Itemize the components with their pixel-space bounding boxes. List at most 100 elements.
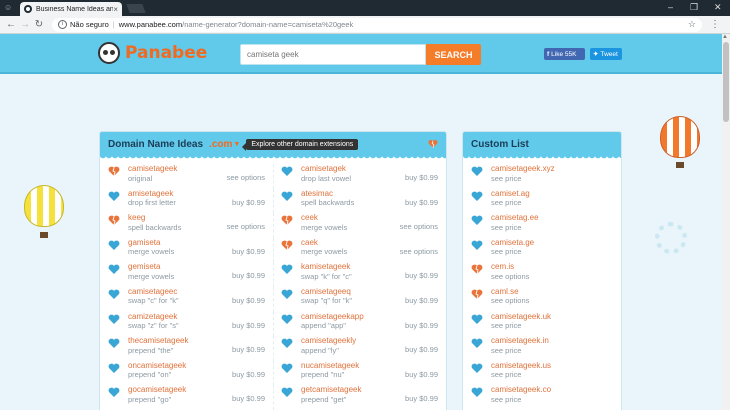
custom-list-item[interactable]: camiseta.ge see price — [463, 238, 621, 263]
heart-icon[interactable] — [108, 387, 120, 398]
custom-list-item[interactable]: camisetageek.uk see price — [463, 312, 621, 337]
scroll-thumb[interactable] — [723, 42, 729, 122]
heart-icon[interactable] — [281, 338, 293, 349]
custom-list-item[interactable]: camiset.ag see price — [463, 189, 621, 214]
heart-icon[interactable] — [281, 314, 293, 325]
domain-idea-item[interactable]: camisetageek original see options — [100, 164, 273, 189]
back-arrow-icon[interactable]: ← — [4, 19, 18, 30]
forward-arrow-icon[interactable]: → — [18, 19, 32, 30]
custom-list-item[interactable]: camisetag.ee see price — [463, 213, 621, 238]
domain-idea-item[interactable]: camisetageekapp append "app" buy $0.99 — [273, 311, 446, 337]
price-link[interactable]: see options — [227, 222, 265, 231]
domain-name-link[interactable]: camisetageek.xyz — [491, 164, 621, 174]
price-link[interactable]: buy $0.99 — [405, 271, 438, 280]
price-link[interactable]: buy $0.99 — [405, 321, 438, 330]
site-logo[interactable]: Panabee — [98, 42, 207, 64]
custom-list-item[interactable]: camisetageek.co see price — [463, 385, 621, 410]
price-link[interactable]: see price — [491, 174, 621, 184]
domain-idea-item[interactable]: kamisetageek swap "k" for "c" buy $0.99 — [273, 262, 446, 287]
heart-icon[interactable] — [108, 338, 120, 349]
broken-heart-icon[interactable] — [471, 264, 483, 275]
heart-icon[interactable] — [471, 191, 483, 202]
price-link[interactable]: see options — [491, 296, 621, 306]
heart-icon[interactable] — [281, 363, 293, 374]
heart-icon[interactable] — [471, 215, 483, 226]
price-link[interactable]: buy $0.99 — [232, 296, 265, 305]
price-link[interactable]: see price — [491, 321, 621, 331]
custom-list-item[interactable]: camisetageek.in see price — [463, 336, 621, 361]
custom-list-item[interactable]: camisetageek.xyz see price — [463, 164, 621, 189]
heart-icon[interactable] — [108, 289, 120, 300]
domain-idea-item[interactable]: camizetageek swap "z" for "s" buy $0.99 — [100, 312, 273, 337]
broken-heart-icon[interactable] — [281, 240, 293, 251]
search-input[interactable] — [240, 44, 426, 65]
price-link[interactable]: buy $0.99 — [405, 173, 438, 182]
domain-name-link[interactable]: cem.is — [491, 262, 621, 272]
maximize-icon[interactable]: ❐ — [690, 2, 698, 13]
heart-icon[interactable] — [471, 166, 483, 177]
heart-icon[interactable] — [471, 314, 483, 325]
custom-list-item[interactable]: camisetageek.us see price — [463, 361, 621, 386]
profile-icon[interactable]: ☺ — [4, 3, 14, 13]
heart-icon[interactable] — [108, 314, 120, 325]
price-link[interactable]: see price — [491, 395, 621, 405]
search-button[interactable]: SEARCH — [426, 44, 481, 65]
domain-idea-item[interactable]: nucamisetageek prepend "nu" buy $0.99 — [273, 360, 446, 386]
price-link[interactable]: see price — [491, 346, 621, 356]
url-field[interactable]: i Não seguro | www.panabee.com /name-gen… — [52, 17, 702, 32]
broken-heart-icon[interactable] — [108, 215, 120, 226]
broken-heart-icon[interactable] — [471, 289, 483, 300]
heart-icon[interactable] — [281, 166, 293, 177]
domain-name-link[interactable]: camiseta.ge — [491, 238, 621, 248]
price-link[interactable]: see options — [491, 272, 621, 282]
domain-name-link[interactable]: camisetageek.uk — [491, 312, 621, 322]
price-link[interactable]: buy $0.99 — [232, 321, 265, 330]
price-link[interactable]: buy $0.99 — [405, 345, 438, 354]
price-link[interactable]: buy $0.99 — [232, 247, 265, 256]
price-link[interactable]: see price — [491, 247, 621, 257]
domain-idea-item[interactable]: keeg spell backwards see options — [100, 213, 273, 238]
price-link[interactable]: see price — [491, 370, 621, 380]
browser-menu-icon[interactable]: ⋮ — [710, 19, 720, 30]
info-icon[interactable]: i — [58, 20, 67, 29]
custom-list-item[interactable]: cem.is see options — [463, 262, 621, 287]
domain-idea-item[interactable]: thecamisetageek prepend "the" buy $0.99 — [100, 336, 273, 361]
domain-idea-item[interactable]: caek merge vowels see options — [273, 237, 446, 263]
broken-heart-icon[interactable] — [108, 166, 120, 177]
facebook-like-button[interactable]: f Like 55K — [544, 48, 585, 60]
minimize-icon[interactable]: – — [668, 2, 673, 12]
heart-icon[interactable] — [471, 240, 483, 251]
heart-icon[interactable] — [108, 264, 120, 275]
price-link[interactable]: buy $0.99 — [232, 345, 265, 354]
close-window-icon[interactable]: ✕ — [714, 2, 722, 13]
bookmark-star-icon[interactable]: ☆ — [688, 19, 696, 30]
page-scrollbar[interactable]: ▲ — [722, 34, 730, 410]
custom-list-item[interactable]: caml.se see options — [463, 287, 621, 312]
price-link[interactable]: buy $0.99 — [232, 271, 265, 280]
broken-heart-icon[interactable] — [428, 139, 438, 149]
heart-icon[interactable] — [108, 191, 120, 202]
price-link[interactable]: buy $0.99 — [232, 370, 265, 379]
heart-icon[interactable] — [471, 338, 483, 349]
heart-icon[interactable] — [471, 363, 483, 374]
price-link[interactable]: see options — [400, 222, 438, 231]
heart-icon[interactable] — [108, 363, 120, 374]
domain-name-link[interactable]: camisetageek.us — [491, 361, 621, 371]
domain-name-link[interactable]: camisetag.ee — [491, 213, 621, 223]
broken-heart-icon[interactable] — [281, 215, 293, 226]
price-link[interactable]: see price — [491, 223, 621, 233]
price-link[interactable]: buy $0.99 — [405, 198, 438, 207]
reload-icon[interactable]: ↻ — [32, 19, 46, 30]
domain-idea-item[interactable]: gamiseta merge vowels buy $0.99 — [100, 238, 273, 263]
domain-idea-item[interactable]: amisetageek drop first letter buy $0.99 — [100, 189, 273, 214]
price-link[interactable]: buy $0.99 — [232, 198, 265, 207]
domain-name-link[interactable]: camisetageek.in — [491, 336, 621, 346]
domain-idea-item[interactable]: gocamisetageek prepend "go" buy $0.99 — [100, 385, 273, 410]
price-link[interactable]: buy $0.99 — [405, 394, 438, 403]
price-link[interactable]: buy $0.99 — [405, 296, 438, 305]
domain-idea-item[interactable]: getcamisetageek prepend "get" buy $0.99 — [273, 385, 446, 410]
heart-icon[interactable] — [281, 264, 293, 275]
domain-idea-item[interactable]: camisetageekly append "ly" buy $0.99 — [273, 336, 446, 361]
price-link[interactable]: buy $0.99 — [232, 394, 265, 403]
price-link[interactable]: see options — [227, 173, 265, 182]
